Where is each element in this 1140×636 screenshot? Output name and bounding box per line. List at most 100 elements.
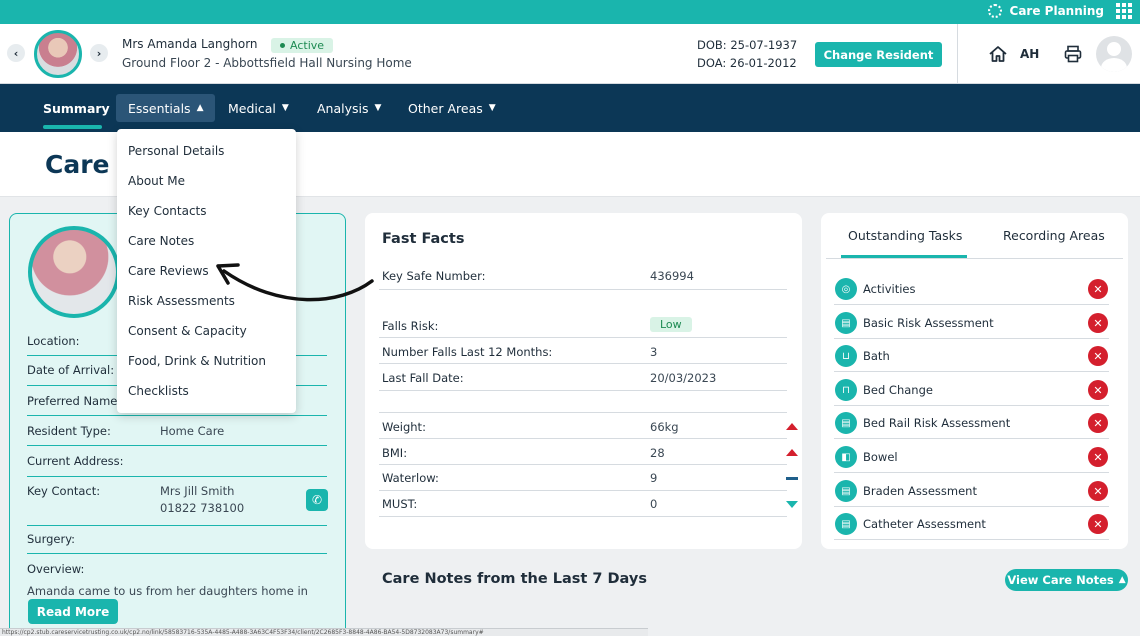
change-resident-button[interactable]: Change Resident: [815, 42, 942, 67]
tab-divider: [826, 258, 1123, 259]
nav-medical[interactable]: Medical ▼: [216, 94, 301, 122]
trend-up-icon: [786, 449, 798, 456]
nav-analysis[interactable]: Analysis ▼: [305, 94, 393, 122]
resident-location: Ground Floor 2 - Abbottsfield Hall Nursi…: [122, 56, 412, 70]
user-initials[interactable]: AH: [1020, 47, 1039, 61]
row-label: MUST:: [382, 497, 418, 511]
task-item[interactable]: ▤ Braden Assessment ✕: [834, 473, 1109, 507]
divider: [379, 412, 787, 413]
tab-recording-areas[interactable]: Recording Areas: [1003, 228, 1105, 243]
trend-flat-icon: [786, 477, 798, 480]
nav-summary[interactable]: Summary: [31, 94, 122, 122]
close-icon[interactable]: ✕: [1088, 413, 1108, 433]
care-planning-menu[interactable]: Care Planning: [987, 3, 1132, 19]
user-avatar[interactable]: [1096, 36, 1132, 72]
menu-item-key-contacts[interactable]: Key Contacts: [128, 204, 207, 218]
menu-item-checklists[interactable]: Checklists: [128, 384, 189, 398]
nav-summary-label: Summary: [43, 100, 110, 116]
divider: [379, 438, 787, 439]
nav-other-areas[interactable]: Other Areas ▼: [396, 94, 508, 122]
task-label: Bath: [863, 349, 890, 363]
close-icon[interactable]: ✕: [1088, 380, 1108, 400]
field-label: Date of Arrival:: [27, 363, 115, 377]
next-resident-button[interactable]: ›: [90, 44, 108, 62]
divider: [379, 490, 787, 491]
close-icon[interactable]: ✕: [1088, 346, 1108, 366]
divider: [379, 464, 787, 465]
clipboard-icon: ▤: [835, 312, 857, 334]
phone-icon[interactable]: ✆: [306, 489, 328, 511]
row-value: 436994: [650, 269, 694, 283]
task-item[interactable]: ⊓ Bed Change ✕: [834, 372, 1109, 406]
previous-resident-button[interactable]: ‹: [7, 44, 25, 62]
gear-icon[interactable]: [987, 4, 1002, 18]
divider: [957, 24, 958, 84]
menu-item-care-reviews[interactable]: Care Reviews: [128, 264, 209, 278]
row-label: BMI:: [382, 446, 408, 460]
apps-grid-icon[interactable]: [1116, 3, 1132, 19]
chevron-up-icon: ▲: [196, 103, 204, 113]
nav-essentials-label: Essentials: [128, 100, 191, 116]
row-value: 20/03/2023: [650, 371, 717, 385]
close-icon[interactable]: ✕: [1088, 481, 1108, 501]
clipboard-icon: ▤: [835, 513, 857, 535]
close-icon[interactable]: ✕: [1088, 447, 1108, 467]
menu-item-consent-capacity[interactable]: Consent & Capacity: [128, 324, 247, 338]
read-more-button[interactable]: Read More: [28, 599, 118, 624]
print-icon[interactable]: [1063, 44, 1083, 64]
task-item[interactable]: ◎ Activities ✕: [834, 271, 1109, 305]
row-label: Falls Risk:: [382, 319, 439, 333]
task-label: Braden Assessment: [863, 484, 977, 498]
view-care-notes-label: View Care Notes: [1007, 573, 1114, 587]
main-navigation: Summary Essentials ▲ Medical ▼ Analysis …: [0, 84, 1140, 132]
divider: [379, 289, 787, 290]
menu-item-food-drink-nutrition[interactable]: Food, Drink & Nutrition: [128, 354, 266, 368]
task-item[interactable]: ⊔ Bath ✕: [834, 338, 1109, 372]
close-icon[interactable]: ✕: [1088, 514, 1108, 534]
task-label: Activities: [863, 282, 916, 296]
tab-outstanding-tasks[interactable]: Outstanding Tasks: [848, 228, 962, 243]
fast-facts-card: Fast Facts Key Safe Number: 436994 Falls…: [365, 213, 802, 549]
close-icon[interactable]: ✕: [1088, 313, 1108, 333]
clipboard-icon: ▤: [835, 412, 857, 434]
overview-text: Amanda came to us from her daughters hom…: [27, 584, 308, 598]
divider: [379, 363, 787, 364]
task-item[interactable]: ▤ Basic Risk Assessment ✕: [834, 305, 1109, 339]
bowel-icon: ◧: [835, 446, 857, 468]
active-tab-indicator: [43, 125, 102, 129]
divider: [379, 516, 787, 517]
nav-other-areas-label: Other Areas: [408, 100, 483, 116]
menu-item-personal-details[interactable]: Personal Details: [128, 144, 224, 158]
field-label: Location:: [27, 334, 80, 348]
row-label: Weight:: [382, 420, 426, 434]
close-icon[interactable]: ✕: [1088, 279, 1108, 299]
resident-avatar: [34, 30, 82, 78]
task-label: Bowel: [863, 450, 898, 464]
view-care-notes-button[interactable]: View Care Notes ▲: [1005, 569, 1128, 591]
clipboard-icon: ▤: [835, 480, 857, 502]
resident-name: Mrs Amanda Langhorn: [122, 37, 258, 51]
nav-analysis-label: Analysis: [317, 100, 369, 116]
menu-item-care-notes[interactable]: Care Notes: [128, 234, 194, 248]
risk-badge: Low: [650, 317, 692, 332]
field-overview: Overview:: [27, 562, 327, 582]
browser-status-url: https://cp2.stub.careservicetrusting.co.…: [0, 628, 648, 636]
nav-medical-label: Medical: [228, 100, 276, 116]
row-value: 28: [650, 446, 665, 460]
row-value: 66kg: [650, 420, 679, 434]
tasks-card: Outstanding Tasks Recording Areas ◎ Acti…: [821, 213, 1128, 549]
row-label: Waterlow:: [382, 471, 439, 485]
field-resident-type: Resident Type: Home Care: [27, 424, 327, 446]
field-label: Preferred Name: [27, 394, 118, 408]
home-icon[interactable]: [988, 44, 1008, 64]
nav-essentials[interactable]: Essentials ▲: [116, 94, 216, 122]
menu-item-about-me[interactable]: About Me: [128, 174, 185, 188]
row-label: Number Falls Last 12 Months:: [382, 345, 553, 359]
field-label: Key Contact:: [27, 484, 101, 498]
task-item[interactable]: ▤ Bed Rail Risk Assessment ✕: [834, 405, 1109, 439]
trend-down-icon: [786, 501, 798, 508]
task-item[interactable]: ▤ Catheter Assessment ✕: [834, 506, 1109, 540]
row-value: 9: [650, 471, 658, 485]
task-item[interactable]: ◧ Bowel ✕: [834, 439, 1109, 473]
resident-bar: ‹ › Mrs Amanda Langhorn Active Ground Fl…: [0, 24, 1140, 84]
